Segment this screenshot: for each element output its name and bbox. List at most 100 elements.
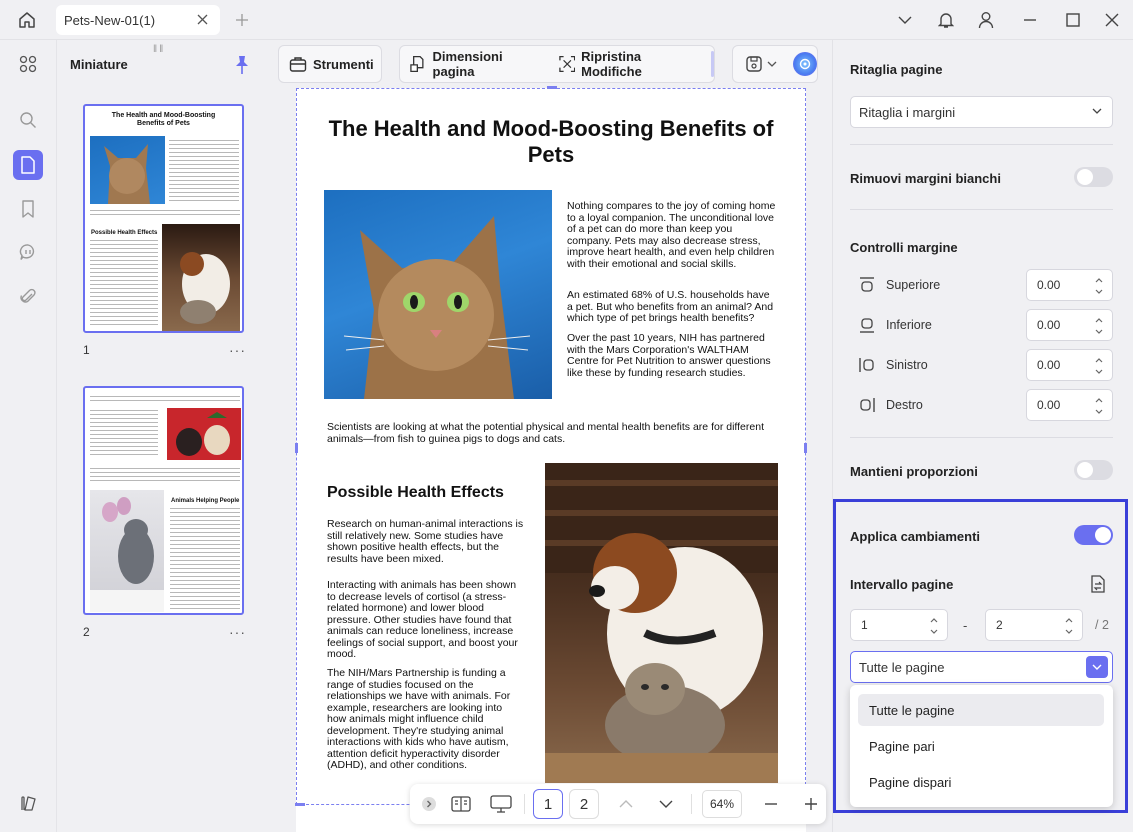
thumbnails-title: Miniature: [70, 57, 128, 72]
stepper-icon[interactable]: [1094, 395, 1104, 417]
crop-mode-select[interactable]: Ritaglia i margini: [850, 96, 1113, 128]
option-all-pages[interactable]: Tutte le pagine: [858, 694, 1104, 726]
close-window-icon[interactable]: [1099, 8, 1125, 32]
close-tab-icon[interactable]: [194, 11, 210, 27]
crop-handle-left[interactable]: [295, 443, 298, 453]
page-thumbnail-1[interactable]: The Health and Mood-Boosting Benefits of…: [83, 104, 244, 333]
thumbnail-more-icon[interactable]: ···: [229, 342, 246, 358]
page-range-swap-icon[interactable]: [1088, 574, 1108, 594]
chevron-down-icon[interactable]: [767, 60, 777, 68]
maximize-icon[interactable]: [1060, 8, 1086, 32]
crop-handle-bottom-left[interactable]: [295, 803, 305, 806]
page-2-button[interactable]: 2: [569, 789, 599, 819]
minimize-icon[interactable]: [1017, 8, 1043, 32]
theme-toggle-icon[interactable]: [13, 788, 43, 818]
notification-bell-icon[interactable]: [933, 8, 959, 32]
range-to-input[interactable]: 2: [985, 609, 1083, 641]
save-icon: [746, 56, 762, 72]
option-odd-pages[interactable]: Pagine dispari: [858, 766, 1104, 798]
document-tab[interactable]: Pets-New-01(1): [56, 5, 220, 35]
apply-changes-label: Applica cambiamenti: [850, 529, 981, 544]
margin-left-label: Sinistro: [886, 358, 928, 372]
pin-icon[interactable]: [233, 55, 251, 75]
chevron-down-icon[interactable]: [1086, 656, 1108, 678]
search-icon[interactable]: [13, 105, 43, 135]
keep-ratio-toggle[interactable]: [1074, 460, 1113, 480]
document-viewport: The Health and Mood-Boosting Benefits of…: [272, 86, 832, 832]
margin-bottom-input[interactable]: 0.00: [1026, 309, 1113, 341]
reset-changes-label: Ripristina Modifiche: [581, 49, 642, 79]
presentation-icon[interactable]: [486, 789, 516, 819]
page-size-icon: [410, 56, 424, 72]
margin-bottom-icon: [860, 318, 874, 333]
apps-grid-icon[interactable]: [13, 49, 43, 79]
page-thumbnail-2[interactable]: Animals Helping People: [83, 386, 244, 615]
comment-icon[interactable]: [13, 237, 43, 267]
panel-grip-icon[interactable]: ‖‖: [153, 44, 165, 55]
page-thumbnails-icon[interactable]: [13, 150, 43, 180]
document-tab-title: Pets-New-01(1): [64, 12, 156, 28]
tools-button[interactable]: Strumenti: [279, 46, 384, 82]
chevron-down-icon[interactable]: [892, 8, 918, 32]
stepper-icon[interactable]: [1094, 355, 1104, 377]
option-even-pages[interactable]: Pagine pari: [858, 730, 1104, 762]
page-range-dropdown: Tutte le pagine Pagine pari Pagine dispa…: [850, 685, 1113, 807]
crop-handle-top[interactable]: [547, 86, 557, 89]
thumbnail-cat-photo: [90, 136, 165, 204]
collapse-bar-icon[interactable]: [414, 789, 444, 819]
margin-left-input[interactable]: 0.00: [1026, 349, 1113, 381]
stepper-icon[interactable]: [1094, 275, 1104, 297]
range-from-input[interactable]: 1: [850, 609, 948, 641]
thumbnails-panel: ‖‖ Miniature The Health and Mood-Boostin…: [56, 40, 272, 832]
bookmark-icon[interactable]: [13, 194, 43, 224]
reset-changes-button[interactable]: Ripristina Modifiche: [549, 46, 706, 82]
remove-white-margins-toggle[interactable]: [1074, 167, 1113, 187]
user-account-icon[interactable]: [973, 8, 999, 32]
range-total: / 2: [1095, 618, 1109, 632]
apply-changes-toggle[interactable]: [1074, 525, 1113, 545]
add-tab-icon[interactable]: [232, 10, 252, 30]
zoom-out-icon[interactable]: [756, 789, 786, 819]
thumbnail-text-lines: [90, 210, 240, 218]
next-page-icon[interactable]: [651, 789, 681, 819]
stepper-icon[interactable]: [929, 615, 939, 637]
stepper-icon[interactable]: [1064, 615, 1074, 637]
page-size-button[interactable]: Dimensioni pagina: [400, 46, 549, 82]
thumbnail-page-number: 2: [83, 625, 90, 639]
margin-right-icon: [860, 398, 875, 412]
page-range-select[interactable]: Tutte le pagine: [850, 651, 1113, 683]
crop-area-marquee[interactable]: [296, 88, 806, 805]
crop-handle-right[interactable]: [804, 443, 807, 453]
reading-mode-icon[interactable]: [446, 789, 476, 819]
thumbnail-text-lines: [170, 508, 240, 612]
previous-page-icon[interactable]: [611, 789, 641, 819]
page-size-label: Dimensioni pagina: [432, 49, 503, 79]
margin-right-label: Destro: [886, 398, 923, 412]
toolbar-scroll-indicator: [711, 51, 714, 77]
thumbnail-more-icon[interactable]: ···: [229, 624, 246, 640]
page-1-button[interactable]: 1: [533, 789, 563, 819]
thumbnail-heading: Animals Helping People: [171, 498, 240, 504]
margin-bottom-label: Inferiore: [886, 318, 932, 332]
thumbnail-heading: Possible Health Effects: [91, 230, 158, 236]
home-icon[interactable]: [14, 8, 40, 32]
bar-divider: [524, 794, 525, 814]
stepper-icon[interactable]: [1094, 315, 1104, 337]
zoom-level-field[interactable]: 64%: [702, 790, 742, 818]
thumbnail-text-lines: [169, 140, 239, 202]
ai-assistant-icon[interactable]: [793, 52, 817, 76]
margin-right-input[interactable]: 0.00: [1026, 389, 1113, 421]
range-dash: -: [963, 618, 968, 633]
page-navigation-bar: 1 2 64%: [410, 784, 826, 824]
zoom-in-icon[interactable]: [796, 789, 826, 819]
margin-top-input[interactable]: 0.00: [1026, 269, 1113, 301]
save-button[interactable]: [733, 55, 777, 73]
thumbnail-text-lines: [90, 410, 158, 458]
title-bar: Pets-New-01(1): [0, 0, 1133, 40]
crop-pages-title: Ritaglia pagine: [850, 62, 943, 77]
thumbnail-title: The Health and Mood-Boosting Benefits of…: [111, 112, 216, 127]
range-from-value: 1: [861, 618, 868, 632]
page-range-value: Tutte le pagine: [859, 659, 945, 675]
margin-top-label: Superiore: [886, 278, 941, 292]
attachment-icon[interactable]: [13, 282, 43, 312]
